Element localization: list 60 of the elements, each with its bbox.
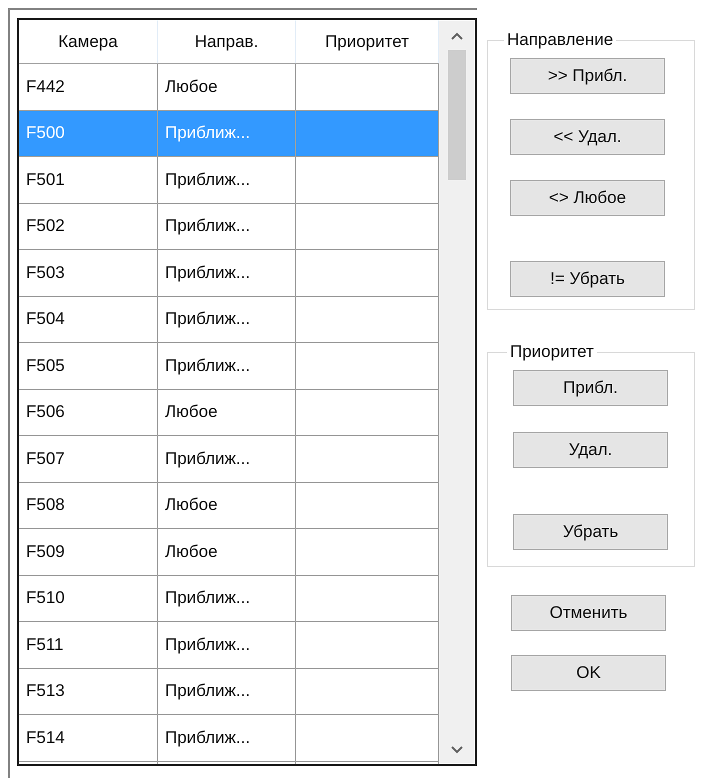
table-cell: F501 (19, 157, 158, 202)
table-cell: F442 (19, 64, 158, 110)
dialog-button[interactable]: Отменить (511, 595, 666, 631)
scroll-down-icon[interactable] (451, 746, 463, 754)
table-cell: F503 (19, 250, 158, 296)
table-cell: Приближ... (158, 250, 296, 296)
table-row[interactable]: F504 Приближ... (19, 296, 439, 343)
scrollbar[interactable] (439, 20, 475, 764)
table-row[interactable]: F514 Приближ... (19, 715, 439, 762)
table-row[interactable]: F501 Приближ... (19, 157, 439, 204)
table-cell: F502 (19, 204, 158, 249)
table-cell: Приближ... (158, 296, 296, 342)
table-row[interactable]: F507 Приближ... (19, 436, 439, 482)
direction-button[interactable]: != Убрать (510, 261, 665, 297)
table-cell: Приближ... (158, 157, 296, 202)
table-row[interactable]: F509 Любое (19, 529, 439, 576)
table-cell: Приближ... (158, 668, 296, 714)
table-cell: Приближ... (158, 576, 296, 621)
group-title: Направление (506, 30, 614, 50)
table-row[interactable]: F513 Приближ... (19, 668, 439, 715)
scroll-up-icon[interactable] (451, 32, 463, 40)
table-cell: F510 (19, 576, 158, 621)
table-cell: F504 (19, 296, 158, 342)
scroll-thumb[interactable] (448, 50, 466, 180)
table-cell: Приближ... (158, 436, 296, 482)
table-cell: F500 (19, 110, 158, 156)
priority-button[interactable]: Удал. (513, 432, 668, 468)
table-cell: Приближ... (158, 622, 296, 668)
direction-button[interactable]: >> Прибл. (510, 58, 665, 94)
column-header[interactable]: Направ. (158, 20, 296, 63)
table-cell: Приближ... (158, 110, 296, 156)
table-cell: Приближ... (158, 343, 296, 388)
direction-button[interactable]: << Удал. (510, 119, 665, 155)
group-title: Приоритет (509, 342, 595, 362)
table-row[interactable]: F506 Любое (19, 390, 439, 436)
table-row[interactable]: F503 Приближ... (19, 250, 439, 296)
table-row[interactable]: F511 Приближ... (19, 622, 439, 668)
table-cell: Любое (158, 482, 296, 528)
table-cell: F511 (19, 622, 158, 668)
table-cell: F509 (19, 529, 158, 574)
table-row[interactable]: F502 Приближ... (19, 204, 439, 250)
table-cell: Любое (158, 529, 296, 574)
table-cell: F514 (19, 715, 158, 760)
direction-button[interactable]: <> Любое (510, 180, 665, 216)
table-cell: F505 (19, 343, 158, 388)
table-cell: F508 (19, 482, 158, 528)
table-row[interactable]: F510 Приближ... (19, 576, 439, 622)
priority-button[interactable]: Прибл. (513, 370, 668, 406)
table-row[interactable]: F505 Приближ... (19, 343, 439, 390)
table-cell: Приближ... (158, 204, 296, 249)
dialog-button[interactable]: OK (511, 655, 666, 691)
table-cell: F506 (19, 390, 158, 435)
table-cell: Приближ... (158, 715, 296, 760)
column-header[interactable]: Камера (19, 20, 158, 63)
priority-button[interactable]: Убрать (513, 514, 668, 550)
table-cell: F507 (19, 436, 158, 482)
table-row[interactable]: F508 Любое (19, 482, 439, 529)
table-cell: F513 (19, 668, 158, 714)
table-cell: Любое (158, 64, 296, 110)
table-cell: Любое (158, 390, 296, 435)
